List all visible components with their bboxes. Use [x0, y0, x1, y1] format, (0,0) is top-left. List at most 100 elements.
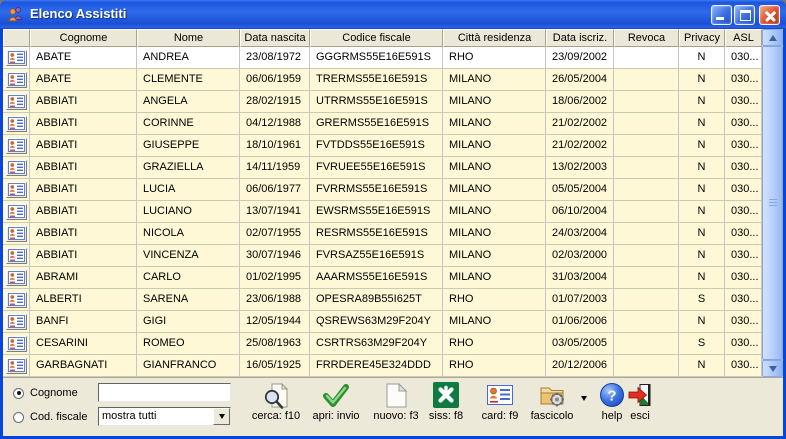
button-label: apri: invio	[312, 410, 359, 422]
cell: 23/08/1972	[240, 47, 310, 68]
patient-card-icon[interactable]	[6, 270, 27, 286]
scrollbar-thumb[interactable]	[762, 46, 783, 360]
cell: N	[679, 113, 725, 134]
radio-cognome[interactable]: Cognome	[13, 383, 87, 403]
patient-card-icon[interactable]	[6, 182, 27, 198]
cell: 030...	[725, 223, 762, 244]
close-button[interactable]	[759, 5, 780, 25]
titlebar[interactable]: Elenco Assistiti	[0, 0, 786, 29]
cell: 030...	[725, 135, 762, 156]
cell: MILANO	[443, 311, 546, 332]
patient-card-icon[interactable]	[6, 50, 27, 66]
table-row[interactable]: ABATECLEMENTE06/06/1959TRERMS55E16E591SM…	[3, 69, 783, 91]
scroll-down-button[interactable]	[762, 360, 783, 377]
column-header-data-nascita[interactable]: Data nascita	[240, 29, 310, 47]
column-header-data-iscriz[interactable]: Data iscriz.	[546, 29, 614, 47]
row-icon-cell	[3, 201, 30, 222]
table-row[interactable]: ABBIATIVINCENZA30/07/1946FVRSAZ55E16E591…	[3, 245, 783, 267]
search-input[interactable]	[98, 383, 231, 402]
radio-cod-fiscale[interactable]: Cod. fiscale	[13, 407, 87, 427]
column-header-icon[interactable]	[3, 29, 30, 47]
cell	[614, 113, 679, 134]
patient-card-icon[interactable]	[6, 336, 27, 352]
scroll-up-button[interactable]	[762, 29, 783, 46]
table-row[interactable]: CESARINIROMEO25/08/1963CSRTRS63M29F204YR…	[3, 333, 783, 355]
patient-card-icon[interactable]	[6, 72, 27, 88]
table-row[interactable]: ABBIATICORINNE04/12/1988GRERMS55E16E591S…	[3, 113, 783, 135]
maximize-icon	[740, 10, 751, 21]
cell: 030...	[725, 245, 762, 266]
svg-text:?: ?	[607, 388, 616, 405]
patient-card-icon[interactable]	[6, 226, 27, 242]
column-header-codice-fiscale[interactable]: Codice fiscale	[310, 29, 443, 47]
column-header-citt-residenza[interactable]: Città residenza	[443, 29, 546, 47]
cell: TRERMS55E16E591S	[310, 69, 443, 90]
cell: MILANO	[443, 267, 546, 288]
radio-cod-fiscale-icon[interactable]	[13, 412, 24, 423]
column-header-revoca[interactable]: Revoca	[614, 29, 679, 47]
button-label: card: f9	[482, 410, 519, 422]
cell: ABBIATI	[30, 245, 137, 266]
patient-card-icon[interactable]	[6, 116, 27, 132]
table-row[interactable]: ABBIATILUCIA06/06/1977FVRRMS55E16E591SMI…	[3, 179, 783, 201]
cell: CARLO	[137, 267, 240, 288]
patient-card-icon[interactable]	[6, 94, 27, 110]
table-row[interactable]: BANFIGIGI12/05/1944QSREWS63M29F204YMILAN…	[3, 311, 783, 333]
column-header-privacy[interactable]: Privacy	[679, 29, 725, 47]
patient-card-icon[interactable]	[6, 204, 27, 220]
app-window: Elenco Assistiti CognomeNomeData nascita…	[0, 0, 786, 439]
patient-card-icon[interactable]	[6, 358, 27, 374]
cell: ABBIATI	[30, 91, 137, 112]
table-row[interactable]: ABBIATIGRAZIELLA14/11/1959FVRUEE55E16E59…	[3, 157, 783, 179]
cell: RESRMS55E16E591S	[310, 223, 443, 244]
cerca-button[interactable]: cerca: f10	[244, 381, 308, 422]
cell	[614, 223, 679, 244]
new-document-icon	[384, 381, 408, 409]
cell: 21/02/2002	[546, 135, 614, 156]
cell: FVTDDS55E16E591S	[310, 135, 443, 156]
patient-card-icon[interactable]	[6, 138, 27, 154]
maximize-button[interactable]	[734, 5, 755, 25]
apri-button[interactable]: apri: invio	[304, 381, 368, 422]
table-row[interactable]: ABBIATIGIUSEPPE18/10/1961FVTDDS55E16E591…	[3, 135, 783, 157]
fascicolo-button[interactable]: fascicolo	[520, 381, 584, 422]
radio-cognome-icon[interactable]	[13, 388, 24, 399]
button-label: fascicolo	[531, 410, 574, 422]
radio-cod-fiscale-label: Cod. fiscale	[30, 411, 87, 423]
table-row[interactable]: ABRAMICARLO01/02/1995AAARMS55E16E591SMIL…	[3, 267, 783, 289]
cell: RHO	[443, 289, 546, 310]
table-row[interactable]: ALBERTISARENA23/06/1988OPESRA89B55I625TR…	[3, 289, 783, 311]
cell: 030...	[725, 69, 762, 90]
column-header-nome[interactable]: Nome	[137, 29, 240, 47]
vertical-scrollbar[interactable]	[762, 29, 783, 377]
check-icon	[322, 381, 350, 409]
cell: 01/02/1995	[240, 267, 310, 288]
cell: 030...	[725, 289, 762, 310]
cell: 18/06/2002	[546, 91, 614, 112]
table-row[interactable]: ABBIATINICOLA02/07/1955RESRMS55E16E591SM…	[3, 223, 783, 245]
table-row[interactable]: ABBIATILUCIANO13/07/1941EWSRMS55E16E591S…	[3, 201, 783, 223]
cell	[614, 311, 679, 332]
minimize-button[interactable]	[711, 5, 732, 25]
cell: CSRTRS63M29F204Y	[310, 333, 443, 354]
table-row[interactable]: ABBIATIANGELA28/02/1915UTRRMS55E16E591SM…	[3, 91, 783, 113]
patient-card-icon[interactable]	[6, 314, 27, 330]
button-label: siss: f8	[429, 410, 463, 422]
column-header-asl[interactable]: ASL	[725, 29, 762, 47]
fascicolo-dropdown-arrow[interactable]	[581, 396, 587, 401]
patient-card-icon[interactable]	[6, 160, 27, 176]
combo-arrow-button[interactable]	[213, 408, 230, 425]
filter-select[interactable]: mostra tutti	[98, 407, 231, 426]
column-header-cognome[interactable]: Cognome	[30, 29, 137, 47]
patient-card-icon[interactable]	[6, 248, 27, 264]
table-row[interactable]: GARBAGNATIGIANFRANCO16/05/1925FRRDERE45E…	[3, 355, 783, 377]
esci-button[interactable]: esci	[620, 381, 660, 422]
table-row[interactable]: ABATEANDREA23/08/1972GGGRMS55E16E591SRHO…	[3, 47, 783, 69]
patient-card-icon[interactable]	[6, 292, 27, 308]
cell: N	[679, 311, 725, 332]
cell: ALBERTI	[30, 289, 137, 310]
row-icon-cell	[3, 355, 30, 376]
scrollbar-grip-icon	[769, 199, 777, 207]
row-icon-cell	[3, 69, 30, 90]
cell: ABBIATI	[30, 113, 137, 134]
